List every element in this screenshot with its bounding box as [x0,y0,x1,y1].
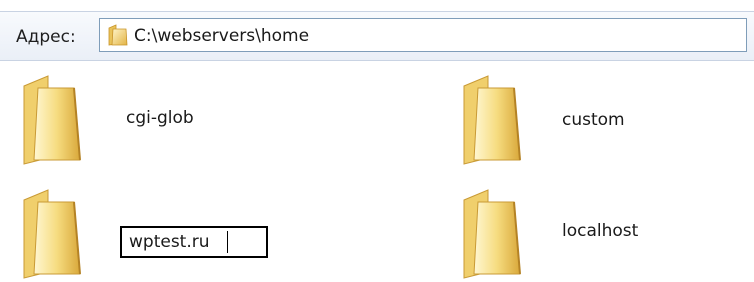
address-field[interactable]: C:\webservers\home [99,18,747,52]
list-item-localhost[interactable]: localhost [458,186,678,282]
folder-icon [463,189,521,279]
text-caret [227,231,228,253]
item-label: localhost [562,221,639,241]
folder-icon [463,75,521,165]
rename-input-value: wptest.ru [129,232,210,252]
window-top-edge [0,0,754,8]
folder-icon [23,75,81,165]
rename-input[interactable]: wptest.ru [120,226,268,258]
item-label: cgi-glob [126,108,194,128]
address-label: Адрес: [16,27,76,47]
address-path: C:\webservers\home [134,26,310,46]
list-item-custom[interactable]: custom [458,72,678,168]
list-item-wptest[interactable]: wptest.ru [18,186,278,282]
address-bar: Адрес: C:\webservers\home [0,11,754,61]
item-label: custom [562,110,625,130]
list-item-cgi-glob[interactable]: cgi-glob [18,72,238,168]
folder-icon [23,189,81,279]
folder-icon [108,24,128,46]
